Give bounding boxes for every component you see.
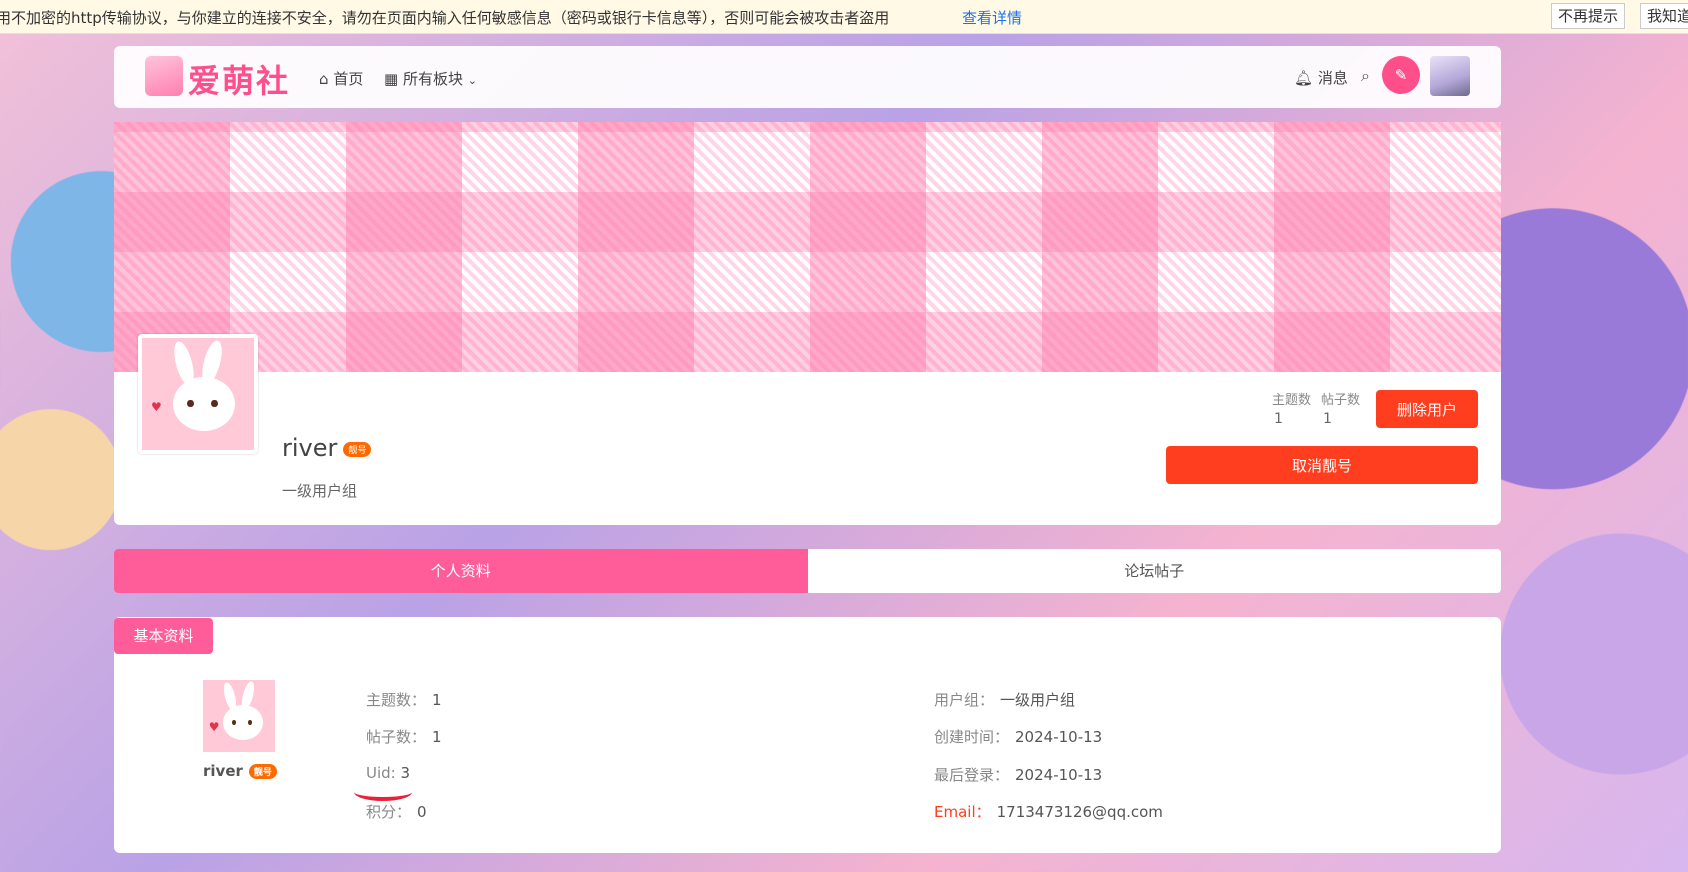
info-username-text: river bbox=[203, 762, 243, 780]
field-value: 一级用户组 bbox=[1000, 691, 1076, 709]
stat-topics-label: 主题数 bbox=[1272, 393, 1312, 408]
field-last-login: 最后登录： 2024-10-13 bbox=[934, 764, 1102, 785]
profile-user-group: 一级用户组 bbox=[282, 482, 358, 500]
profile-avatar: ♥ bbox=[138, 334, 258, 454]
basic-info-card: 基本资料 ♥ river 靓号 主题数： 1 帖子数： 1 Uid: 3 积分： 0 用… bbox=[114, 617, 1501, 853]
field-value: 3 bbox=[400, 764, 411, 782]
nav-home-link[interactable]: ⌂ 首页 bbox=[319, 68, 363, 89]
field-label: 积分： bbox=[366, 803, 412, 821]
username-text: river bbox=[282, 434, 338, 462]
field-label: 创建时间： bbox=[934, 728, 1010, 746]
new-post-button[interactable]: ✎ bbox=[1382, 56, 1420, 94]
field-label: 用户组： bbox=[934, 691, 995, 709]
field-value: 1 bbox=[432, 728, 442, 746]
site-logo[interactable]: 爱萌社 bbox=[188, 56, 290, 102]
user-avatar[interactable] bbox=[1430, 56, 1470, 96]
profile-tabs: 个人资料 论坛帖子 bbox=[114, 549, 1501, 593]
field-label: 主题数： bbox=[366, 691, 427, 709]
uid-annotation-mark bbox=[354, 783, 412, 801]
nav-all-boards-dropdown[interactable]: ▦ 所有板块 ⌄ bbox=[384, 68, 477, 89]
grid-icon: ▦ bbox=[384, 70, 399, 88]
field-created-time: 创建时间： 2024-10-13 bbox=[934, 726, 1102, 747]
security-warning-bar: 用不加密的http传输协议，与你建立的连接不安全，请勿在页面内输入任何敏感信息（… bbox=[0, 0, 1688, 34]
profile-card: ♥ river 靓号 一级用户组 主题数 1 帖子数 1 删除用户 取消靓号 bbox=[114, 334, 1501, 525]
stat-posts-label: 帖子数 bbox=[1321, 393, 1361, 408]
field-points: 积分： 0 bbox=[366, 801, 427, 822]
tab-forum-posts[interactable]: 论坛帖子 bbox=[808, 549, 1502, 593]
nav-boards-label: 所有板块 bbox=[402, 70, 463, 88]
field-value: 1 bbox=[432, 691, 442, 709]
field-topics: 主题数： 1 bbox=[366, 689, 442, 710]
field-email: Email： 1713473126@qq.com bbox=[934, 801, 1163, 822]
field-label: 帖子数： bbox=[366, 728, 427, 746]
search-icon[interactable]: ⌕ bbox=[1361, 66, 1370, 86]
logo-icon[interactable] bbox=[145, 56, 183, 96]
bunny-avatar-image: ♥ bbox=[142, 338, 254, 450]
stat-topics-value: 1 bbox=[1274, 411, 1283, 427]
profile-banner bbox=[114, 122, 1501, 372]
bell-icon: 🔔︎ bbox=[1294, 69, 1314, 87]
dont-show-again-button[interactable]: 不再提示 bbox=[1551, 3, 1626, 29]
field-user-group: 用户组： 一级用户组 bbox=[934, 689, 1075, 710]
profile-username: river 靓号 bbox=[282, 434, 372, 462]
warning-message: 用不加密的http传输协议，与你建立的连接不安全，请勿在页面内输入任何敏感信息（… bbox=[0, 9, 890, 27]
field-uid: Uid: 3 bbox=[366, 764, 410, 782]
home-icon: ⌂ bbox=[319, 70, 329, 88]
field-posts: 帖子数： 1 bbox=[366, 726, 442, 747]
field-value: 0 bbox=[417, 803, 427, 821]
basic-info-title: 基本资料 bbox=[114, 618, 213, 654]
chevron-down-icon: ⌄ bbox=[467, 74, 477, 87]
heart-icon: ♥ bbox=[208, 719, 220, 734]
top-navbar: 爱萌社 ⌂ 首页 ▦ 所有板块 ⌄ 🔔︎ 消息 ⌕ ✎ bbox=[114, 46, 1501, 108]
heart-icon: ♥ bbox=[150, 399, 162, 414]
stat-posts-value: 1 bbox=[1323, 411, 1332, 427]
field-value: 2024-10-13 bbox=[1015, 728, 1103, 746]
view-details-link[interactable]: 查看详情 bbox=[962, 7, 1022, 28]
bunny-avatar-image: ♥ bbox=[203, 680, 275, 752]
info-username: river 靓号 bbox=[203, 762, 277, 780]
info-avatar: ♥ bbox=[203, 680, 275, 752]
nav-home-label: 首页 bbox=[333, 70, 364, 88]
field-label: Email： bbox=[934, 803, 991, 821]
field-value: 1713473126@qq.com bbox=[996, 803, 1163, 821]
vip-badge: 靓号 bbox=[248, 764, 277, 779]
delete-user-button[interactable]: 删除用户 bbox=[1376, 390, 1478, 428]
nav-messages-label: 消息 bbox=[1317, 69, 1348, 87]
field-value: 2024-10-13 bbox=[1015, 766, 1103, 784]
field-label: Uid: bbox=[366, 764, 401, 782]
edit-icon: ✎ bbox=[1394, 66, 1408, 84]
cancel-vip-button[interactable]: 取消靓号 bbox=[1166, 446, 1478, 484]
vip-badge: 靓号 bbox=[343, 441, 372, 457]
got-it-button[interactable]: 我知道 bbox=[1640, 3, 1688, 29]
nav-messages-link[interactable]: 🔔︎ 消息 bbox=[1294, 67, 1348, 88]
tab-profile[interactable]: 个人资料 bbox=[114, 549, 808, 593]
field-label: 最后登录： bbox=[934, 766, 1010, 784]
